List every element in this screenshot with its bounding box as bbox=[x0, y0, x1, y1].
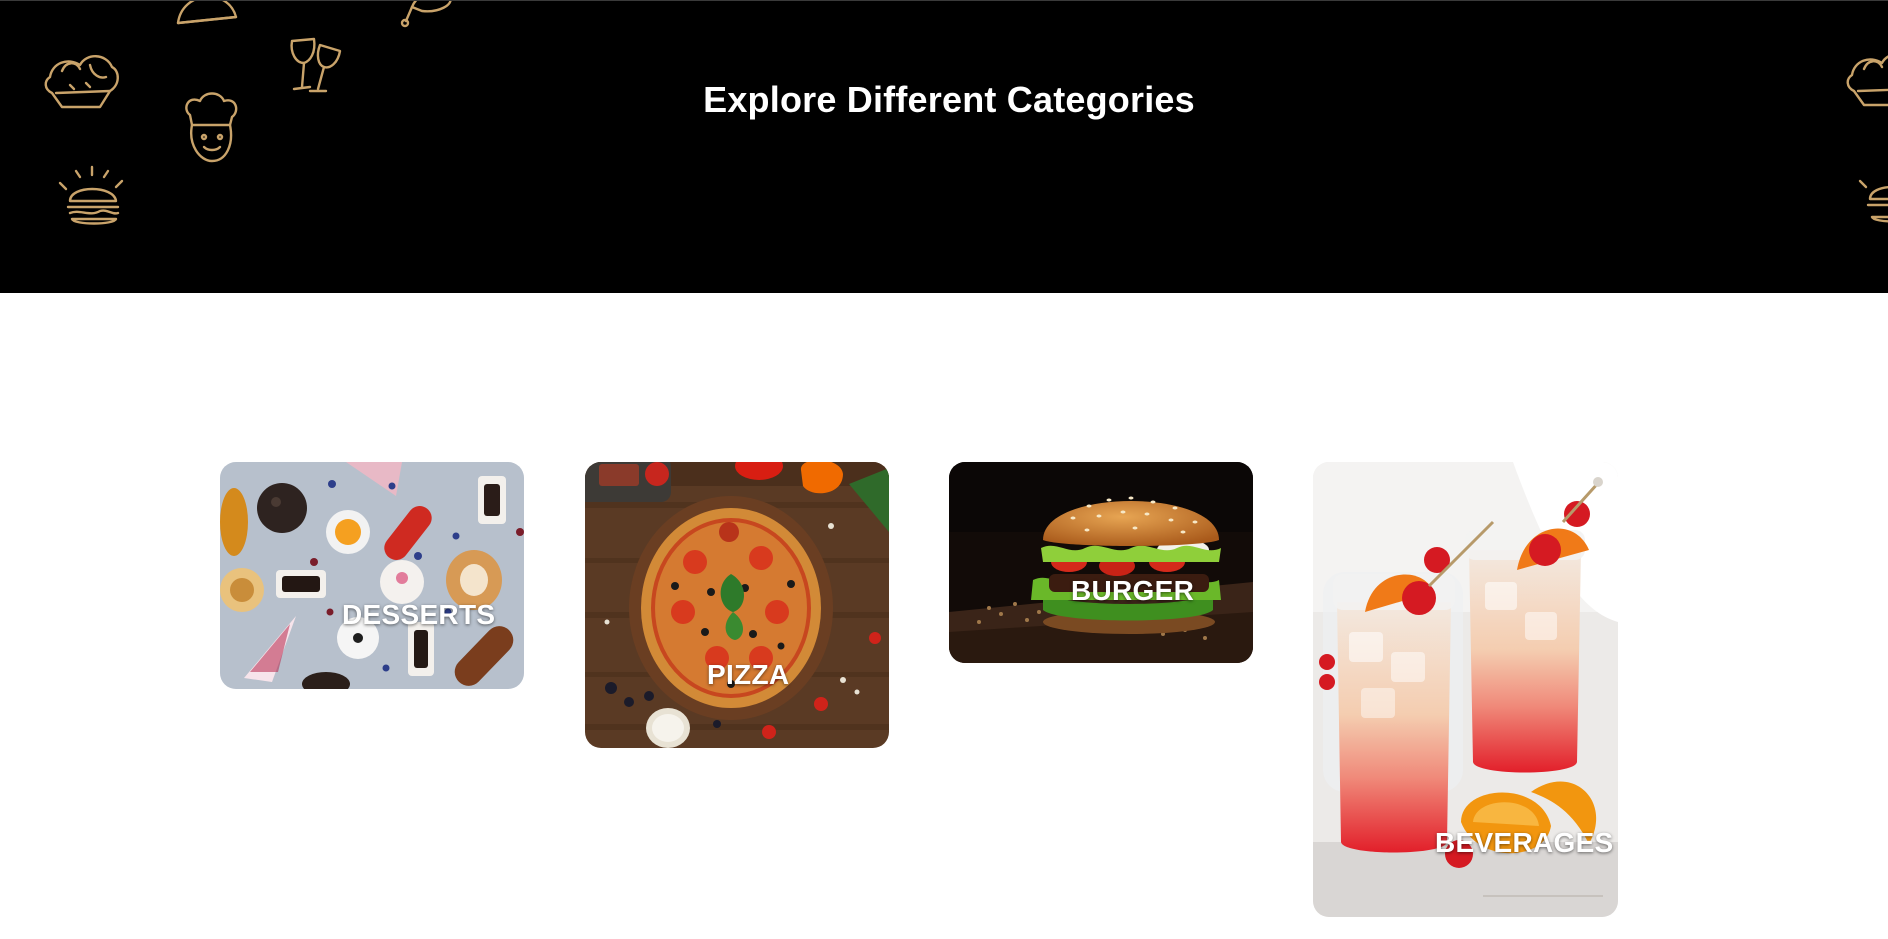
category-card-desserts[interactable]: DESSERTS bbox=[220, 462, 524, 689]
desserts-image bbox=[220, 462, 524, 689]
taco-icon bbox=[176, 1, 238, 25]
page-title: Explore Different Categories bbox=[703, 79, 1195, 120]
hero-banner: Explore Different Categories bbox=[0, 0, 1888, 293]
category-card-burger[interactable]: BURGER bbox=[949, 462, 1253, 663]
drumstick-icon bbox=[400, 1, 452, 28]
category-label: DESSERTS bbox=[342, 599, 496, 630]
category-card-beverages[interactable]: BEVERAGES bbox=[1313, 462, 1618, 917]
category-label: BEVERAGES bbox=[1435, 827, 1614, 858]
category-card-pizza[interactable]: PIZZA bbox=[585, 462, 889, 748]
pizza-image bbox=[585, 462, 889, 748]
category-label: PIZZA bbox=[707, 659, 790, 690]
burger-icon bbox=[1858, 179, 1888, 223]
burger-image bbox=[949, 462, 1253, 663]
category-label: BURGER bbox=[1071, 575, 1195, 606]
burger-icon bbox=[58, 165, 124, 225]
